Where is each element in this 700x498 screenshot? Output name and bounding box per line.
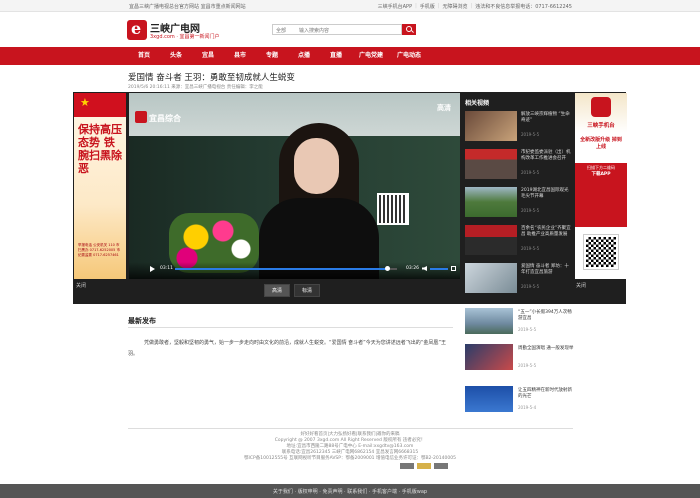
- nav-item-news[interactable]: 广电动态: [390, 47, 428, 65]
- left-banner-slogan: 保持高压态势 铁腕扫黑除恶: [78, 123, 122, 175]
- bottom-links[interactable]: 关于我们 · 版权申明 · 免责声明 · 联系我们 · 手机客户端 · 手机版w…: [0, 488, 700, 495]
- volume-icon[interactable]: [422, 266, 427, 271]
- top-link-app[interactable]: 三峡手机台APP: [378, 3, 412, 10]
- thumbnail: [465, 225, 517, 255]
- thumbnail: [465, 386, 513, 412]
- page-title: 爱国情 奋斗者 王羽：勇敢至韧成就人生蜕变: [128, 73, 295, 83]
- latest-heading: 最新发布: [128, 317, 156, 325]
- article-meta: 2019/5/6 20:16:11 来源：宜昌三峡广播电视台 责任编辑：李之能: [128, 85, 263, 90]
- quality-sd[interactable]: 标清: [294, 284, 320, 297]
- top-link-accessibility[interactable]: 无障碍浏览: [442, 3, 467, 10]
- flag-icon: [74, 93, 126, 117]
- progress-fill: [175, 268, 387, 270]
- search-button[interactable]: [402, 24, 416, 35]
- search-input[interactable]: 输入搜索内容: [299, 27, 329, 34]
- left-banner-hotlines: 举报电话 公安机关 110 市扫黑办 0717-6252005 市纪委监委 07…: [78, 243, 120, 257]
- nav-item-party[interactable]: 广电党建: [352, 47, 390, 65]
- play-icon[interactable]: [150, 266, 155, 272]
- fullscreen-icon[interactable]: [451, 266, 456, 271]
- nav-item-headlines[interactable]: 头条: [160, 47, 192, 65]
- logo-url: 3xgd.com · 宜昌第一新闻门户: [150, 34, 220, 40]
- bottom-bar: 关于我们 · 版权申明 · 免责声明 · 联系我们 · 手机客户端 · 手机版w…: [0, 484, 700, 498]
- related-videos-list: 解放三峡宗辉植物 “生命奇迹” 2019-5-5 市纪委监委派驻（出）机构改革工…: [465, 111, 573, 299]
- thumbnail: [465, 308, 513, 334]
- right-ad-banner[interactable]: 三峡手机台 全新改版升级 掉到上线 扫描下方二维码 下载APP: [575, 93, 627, 279]
- top-link-mobile[interactable]: 手机版: [420, 3, 435, 10]
- left-ad-banner[interactable]: 保持高压态势 铁腕扫黑除恶 举报电话 公安机关 110 市扫黑办 0717-62…: [74, 93, 126, 279]
- search-box[interactable]: 全部 输入搜索内容: [272, 24, 402, 35]
- cert-badge-icon[interactable]: [417, 463, 431, 469]
- nav-item-live[interactable]: 直播: [320, 47, 352, 65]
- thumbnail: [465, 149, 517, 179]
- channel-name: 宜昌综合: [149, 114, 181, 123]
- total-time: 03:26: [406, 266, 419, 271]
- nav-item-vod[interactable]: 点播: [288, 47, 320, 65]
- list-item[interactable]: 市纪委监委派驻（出）机构改革工作推进会召开 2019-5-5: [465, 149, 573, 183]
- cert-badge-icon[interactable]: [400, 463, 414, 469]
- site-slogan: 宜昌三峡广播电视总台官方网站 宜昌市重点新闻网站: [129, 4, 246, 10]
- thumbnail: [465, 263, 517, 293]
- right-banner-close[interactable]: 关闭: [576, 282, 586, 289]
- video-controls: 03:11 03:26: [129, 262, 460, 279]
- nav-item-topics[interactable]: 专题: [256, 47, 288, 65]
- progress-handle[interactable]: [384, 266, 390, 271]
- related-videos-heading: 相关视频: [465, 100, 490, 107]
- main-nav: 首页 头条 宜昌 县市 专题 点播 直播 广电党建 广电动态: [0, 47, 700, 65]
- current-time: 03:11: [160, 266, 173, 271]
- top-link-report: 违法和不良信息举报电话：0717-6612245: [475, 4, 572, 10]
- app-qr-code: [583, 234, 619, 270]
- certification-badges: [400, 463, 448, 469]
- quality-tabs: 高清 标清: [264, 284, 320, 297]
- top-bar: 宜昌三峡广播电视总台官方网站 宜昌市重点新闻网站 三峡手机台APP | 手机版 …: [0, 0, 700, 12]
- thumbnail: [465, 344, 513, 370]
- list-item[interactable]: 周勤全国演唱 通一般发现举 2019-5-5: [465, 344, 575, 372]
- cert-badge-icon[interactable]: [434, 463, 448, 469]
- list-item[interactable]: 让五四精神在新时代放射新的光芒 2019-5-4: [465, 386, 575, 414]
- top-links: 三峡手机台APP | 手机版 | 无障碍浏览 | 违法和不良信息举报电话：071…: [377, 3, 572, 10]
- thumbnail: [465, 187, 517, 217]
- thumbnail: [465, 111, 517, 141]
- channel-logo-icon: [135, 111, 147, 123]
- list-item[interactable]: 百余名“农民企业”齐聚宜昌 助推产业高质量发展 2019-5-5: [465, 225, 573, 259]
- app-download-panel: 扫描下方二维码 下载APP: [575, 163, 627, 227]
- footer: 好好好看首页|大力弘扬好看|联系我们|邀你的来稿 Copyright @ 200…: [0, 432, 700, 462]
- nav-item-home[interactable]: 首页: [128, 47, 160, 65]
- app-name: 三峡手机台: [587, 123, 615, 129]
- article-body: 凭做勇敢者，坚毅和坚韧的勇气，始一步一步走向时由文化的前沿，成就人生蜕变。“爱国…: [128, 340, 446, 357]
- footer-license: 鄂ICP备10012555号 互联网视听节目服务AVSP：鄂备2009001 增…: [244, 456, 456, 461]
- logo-e-icon: [127, 19, 147, 40]
- quality-hd[interactable]: 高清: [264, 284, 290, 297]
- list-item[interactable]: 2019湖北宜昌国际观光毛尖节开幕 2019-5-5: [465, 187, 573, 221]
- video-qr-code: [377, 193, 409, 225]
- search-scope-select[interactable]: 全部: [276, 27, 286, 34]
- side-news-list: “五一”小长假394万人次畅游宜昌 2019-5-5 周勤全国演唱 通一般发现举…: [465, 308, 575, 418]
- list-item[interactable]: 解放三峡宗辉植物 “生命奇迹” 2019-5-5: [465, 111, 573, 145]
- nav-item-yichang[interactable]: 宜昌: [192, 47, 224, 65]
- list-item[interactable]: 爱国情 奋斗者 郑坊：十年打造宜昌旅游 2019-5-5: [465, 263, 573, 297]
- video-player[interactable]: 宜昌综合 高清: [129, 93, 460, 279]
- nav-item-counties[interactable]: 县市: [224, 47, 256, 65]
- site-logo[interactable]: 三峡广电网 3xgd.com · 宜昌第一新闻门户: [127, 19, 220, 42]
- app-slogan: 全新改版升级 掉到上线: [580, 137, 622, 150]
- hd-watermark: 高清: [437, 104, 451, 112]
- list-item[interactable]: “五一”小长假394万人次畅游宜昌 2019-5-5: [465, 308, 575, 336]
- volume-slider[interactable]: [430, 268, 448, 270]
- app-logo-icon: [591, 97, 611, 117]
- left-banner-close[interactable]: 关闭: [76, 282, 86, 289]
